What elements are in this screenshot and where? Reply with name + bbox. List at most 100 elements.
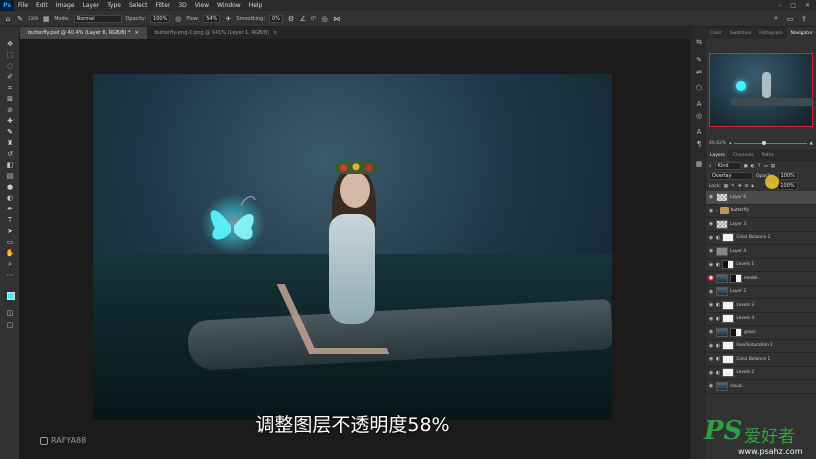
zoom-in-icon[interactable]: ▲	[810, 141, 813, 146]
properties-icon[interactable]: ◎	[694, 111, 704, 121]
workspace-icon[interactable]: ▭	[786, 15, 794, 23]
eye-icon[interactable]: ◉	[708, 289, 714, 295]
blend-mode-select[interactable]: Overlay	[709, 172, 753, 180]
eye-icon[interactable]: ◉	[708, 383, 714, 389]
pressure-size-icon[interactable]: ◎	[321, 15, 329, 23]
shape-tool-icon[interactable]: ▭	[5, 237, 15, 247]
menu-select[interactable]: Select	[125, 2, 152, 9]
layer-row[interactable]: ◉ ◐ Levels 3	[706, 299, 816, 313]
tab-channels[interactable]: Channels	[729, 149, 758, 161]
eye-icon[interactable]: ◉	[708, 329, 714, 335]
flow-field[interactable]: 54%	[203, 14, 221, 23]
maximize-icon[interactable]: □	[790, 2, 796, 9]
eyedropper-tool-icon[interactable]: ⊘	[5, 105, 15, 115]
filter-pixel-icon[interactable]: ▣	[744, 164, 748, 169]
angle-value[interactable]: 0°	[311, 16, 317, 22]
mode-select[interactable]: Normal	[73, 14, 122, 23]
tab-navigator[interactable]: Navigator	[786, 27, 816, 39]
fill-field[interactable]: 100%	[777, 182, 798, 190]
close-icon[interactable]: ×	[273, 30, 277, 36]
libraries-icon[interactable]: ▦	[694, 159, 704, 169]
menu-window[interactable]: Window	[213, 2, 245, 9]
crop-tool-icon[interactable]: ⌗	[5, 83, 15, 93]
eye-icon[interactable]: ◉	[708, 248, 714, 254]
move-tool-icon[interactable]: ✥	[5, 39, 15, 49]
menu-help[interactable]: Help	[245, 2, 267, 9]
layer-row[interactable]: ◉ ◐ Hue/Saturation 1	[706, 340, 816, 353]
search-icon[interactable]: ⌕	[772, 14, 780, 23]
brush-panel-icon[interactable]: ▦	[42, 15, 50, 23]
menu-image[interactable]: Image	[52, 2, 79, 9]
symmetry-icon[interactable]: ⋈	[333, 15, 341, 23]
layer-row[interactable]: ◉ ◐ Color Balance 2	[706, 232, 816, 245]
eye-icon[interactable]: ◉	[708, 235, 714, 241]
document-canvas[interactable]	[93, 74, 612, 420]
menu-view[interactable]: View	[191, 2, 213, 9]
angle-icon[interactable]: ∠	[299, 15, 307, 23]
tab-histogram[interactable]: Histogram	[755, 27, 786, 39]
marquee-tool-icon[interactable]: ⬚	[5, 50, 15, 60]
menu-3d[interactable]: 3D	[174, 2, 190, 9]
eraser-tool-icon[interactable]: ◧	[5, 160, 15, 170]
eye-icon[interactable]: ◉	[708, 356, 714, 362]
type-tool-icon[interactable]: T	[5, 215, 15, 225]
tab-layers[interactable]: Layers	[706, 149, 729, 161]
layer-row[interactable]: ◉ ◐ Levels 4	[706, 313, 816, 326]
dodge-tool-icon[interactable]: ◐	[5, 193, 15, 203]
layer-row[interactable]: ◉ grass	[706, 326, 816, 340]
layer-opacity-field[interactable]: 100%	[777, 172, 798, 180]
brush-size[interactable]: 1300	[28, 16, 38, 21]
clone-stamp-tool-icon[interactable]: ♜	[5, 138, 15, 148]
close-icon[interactable]: ×	[135, 30, 139, 36]
more-tools-icon[interactable]: ⋯	[5, 270, 15, 280]
lock-artboard-icon[interactable]: ⊡	[745, 184, 749, 189]
pen-tool-icon[interactable]: ✒	[5, 204, 15, 214]
layer-row[interactable]: ◉ Layer 4	[706, 245, 816, 259]
hand-tool-icon[interactable]: ✋	[5, 248, 15, 258]
filter-shape-icon[interactable]: ▭	[763, 164, 767, 169]
menu-edit[interactable]: Edit	[32, 2, 52, 9]
eye-icon[interactable]: ◉	[708, 194, 714, 200]
chevron-right-icon[interactable]: ›	[716, 208, 718, 213]
brush-icon[interactable]: ✎	[16, 15, 24, 23]
layer-row[interactable]: ◉ Layer 3	[706, 218, 816, 232]
menu-layer[interactable]: Layer	[78, 2, 103, 9]
eye-icon[interactable]: ◉	[708, 343, 714, 349]
filter-smart-icon[interactable]: ▤	[771, 164, 775, 169]
eye-icon[interactable]: ◉	[708, 302, 714, 308]
layer-row[interactable]: ◉ Layer 2	[706, 286, 816, 299]
eye-icon[interactable]: ◉	[708, 208, 714, 214]
paragraph-style-icon[interactable]: ¶	[694, 139, 704, 149]
eye-icon[interactable]: ◉	[708, 370, 714, 376]
screen-mode-icon[interactable]: ▢	[5, 320, 15, 330]
gear-icon[interactable]: ⚙	[287, 15, 295, 23]
brush-settings-icon[interactable]: ⇌	[694, 67, 704, 77]
tab-color[interactable]: Color	[706, 27, 726, 39]
zoom-out-icon[interactable]: ▴	[729, 141, 731, 146]
layer-row[interactable]: ◉ › butterfly	[706, 205, 816, 218]
layer-row[interactable]: ◉ ◐ Color Balance 1	[706, 353, 816, 367]
eye-icon[interactable]: ◉	[708, 262, 714, 268]
home-icon[interactable]: ⌂	[4, 15, 12, 23]
tab-butterfly-png[interactable]: butterfly-png-1.png @ 141% (Layer 1, RGB…	[147, 27, 286, 39]
history-icon[interactable]: ⇆	[694, 37, 704, 47]
tab-paths[interactable]: Paths	[758, 149, 778, 161]
navigator-thumbnail[interactable]	[709, 53, 814, 127]
filter-type-icon[interactable]: T	[758, 164, 761, 169]
filter-adjust-icon[interactable]: ◐	[751, 164, 755, 169]
airbrush-icon[interactable]: ✈	[224, 15, 232, 23]
lock-all-icon[interactable]: 🔒︎	[751, 183, 753, 189]
character-icon[interactable]: A	[694, 127, 704, 137]
filter-kind-select[interactable]: Kind	[714, 162, 741, 170]
layer-row[interactable]: ◉ Layer 6	[706, 191, 816, 205]
eye-icon[interactable]: ◉	[708, 316, 714, 322]
share-icon[interactable]: ⇪	[800, 15, 808, 23]
pressure-opacity-icon[interactable]: ◎	[174, 15, 182, 23]
path-select-tool-icon[interactable]: ➤	[5, 226, 15, 236]
history-brush-tool-icon[interactable]: ↺	[5, 149, 15, 159]
blur-tool-icon[interactable]: ●	[5, 182, 15, 192]
eye-icon[interactable]: ◉	[708, 221, 714, 227]
menu-type[interactable]: Type	[103, 2, 125, 9]
healing-tool-icon[interactable]: ✚	[5, 116, 15, 126]
frame-tool-icon[interactable]: ⊠	[5, 94, 15, 104]
